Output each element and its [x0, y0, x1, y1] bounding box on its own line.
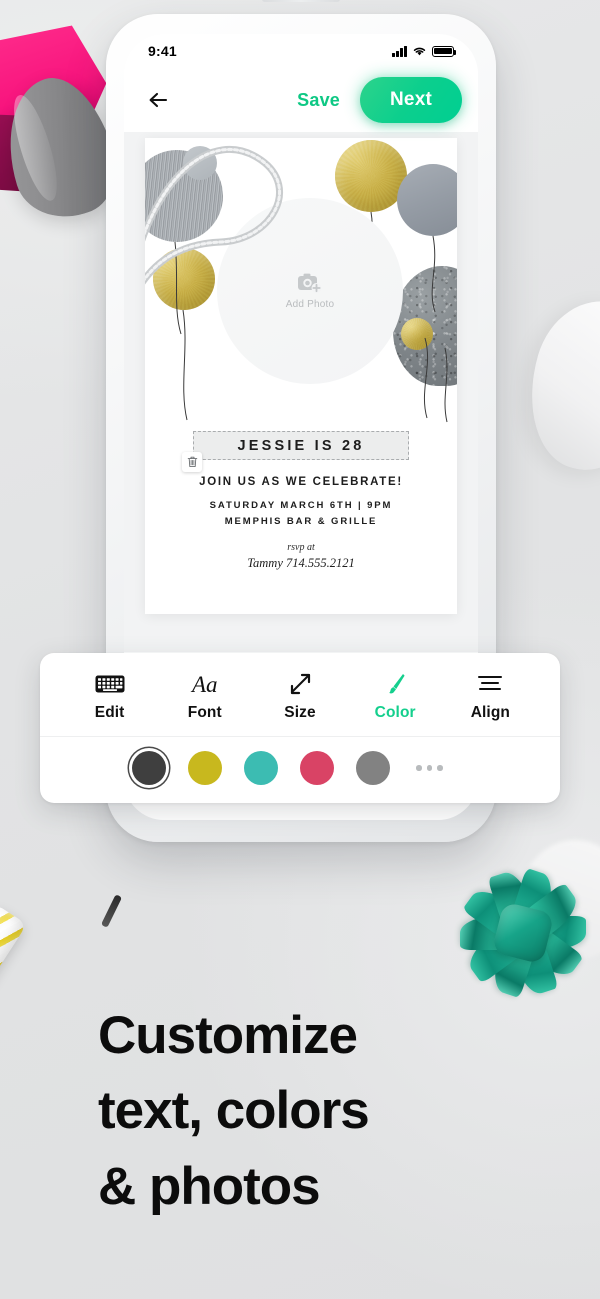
font-aa-icon: Aa [192, 671, 218, 697]
tool-edit[interactable]: Edit [79, 671, 141, 722]
tool-size[interactable]: Size [269, 671, 331, 722]
color-swatch-row [40, 737, 560, 803]
status-icons [392, 45, 457, 57]
invite-rsvp-name[interactable]: Tammy 714.555.2121 [145, 556, 457, 571]
trash-glyph [187, 456, 197, 468]
font-aa-glyph: Aa [192, 671, 218, 697]
invite-when-line[interactable]: SATURDAY MARCH 6TH | 9PM [145, 500, 457, 511]
marketing-headline: Customize text, colors & photos [98, 998, 538, 1224]
tool-font[interactable]: Aa Font [174, 671, 236, 722]
align-lines-icon [477, 671, 503, 697]
status-bar: 9:41 [124, 34, 478, 68]
wifi-icon [413, 47, 426, 56]
tool-edit-label: Edit [94, 704, 125, 721]
tool-align-label: Align [470, 704, 510, 721]
more-dots-icon[interactable] [416, 765, 443, 771]
tool-color-label: Color [374, 704, 416, 721]
tool-align[interactable]: Align [459, 671, 521, 722]
color-swatch-gray[interactable] [356, 751, 390, 785]
camera-plus-icon [298, 273, 322, 293]
cellular-signal-icon [392, 45, 407, 57]
trash-icon[interactable] [182, 452, 202, 472]
add-photo-label: Add Photo [285, 299, 335, 310]
resize-arrow-icon [288, 671, 312, 697]
tool-color[interactable]: Color [364, 671, 426, 722]
invite-title-textbox[interactable]: JESSIE IS 28 [182, 431, 409, 472]
tool-row: Edit Aa Font Size Color Align [40, 653, 560, 737]
teal-gift-bow [450, 860, 596, 1006]
color-swatch-mustard[interactable] [188, 751, 222, 785]
phone-speaker [262, 0, 340, 2]
battery-icon [432, 45, 457, 57]
candle-highlight [0, 903, 27, 1093]
invite-rsvp-label[interactable]: rsvp at [145, 542, 457, 553]
save-button[interactable]: Save [287, 84, 350, 117]
next-button[interactable]: Next [360, 77, 462, 123]
card-canvas-area: Add Photo JESSIE IS 28 JOIN US AS WE CEL… [124, 132, 478, 652]
status-time: 9:41 [148, 43, 177, 59]
candle-wick [100, 894, 123, 928]
app-nav-bar: Save Next [124, 68, 478, 132]
headline-line-1: Customize [98, 1006, 358, 1065]
tool-size-label: Size [284, 704, 316, 721]
back-arrow-icon[interactable] [144, 85, 174, 115]
paintbrush-icon [383, 671, 407, 697]
invite-title-text: JESSIE IS 28 [237, 438, 365, 454]
headline-line-2: text, colors [98, 1081, 370, 1141]
headline-line-3: & photos [98, 1156, 321, 1216]
invite-where-line[interactable]: MEMPHIS BAR & GRILLE [145, 516, 457, 527]
invite-celebrate-line[interactable]: JOIN US AS WE CELEBRATE! [145, 476, 457, 488]
add-photo-button[interactable]: Add Photo [217, 198, 403, 384]
color-swatch-rose[interactable] [300, 751, 334, 785]
color-swatch-charcoal[interactable] [132, 751, 166, 785]
invitation-card[interactable]: Add Photo JESSIE IS 28 JOIN US AS WE CEL… [145, 138, 457, 614]
color-swatch-teal[interactable] [244, 751, 278, 785]
tool-font-label: Font [187, 704, 222, 721]
keyboard-icon [95, 671, 125, 697]
editor-toolbar: Edit Aa Font Size Color Align [40, 653, 560, 803]
